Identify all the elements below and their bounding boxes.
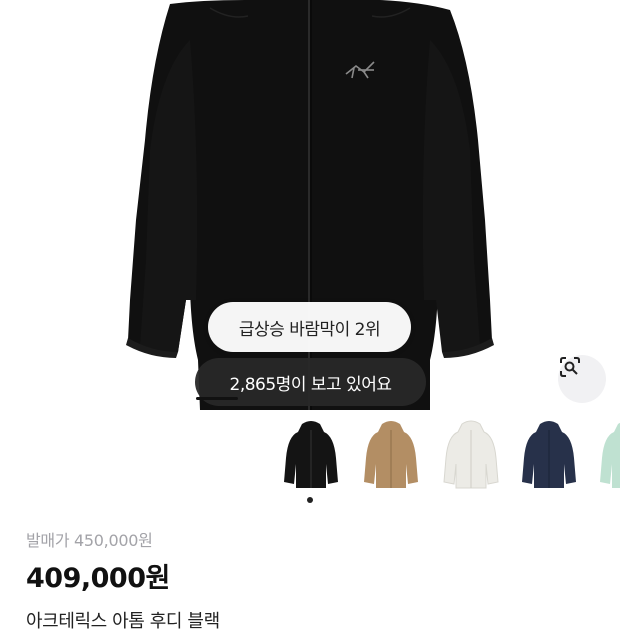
- selected-thumbnail-dot: [307, 497, 313, 503]
- jacket-thumbnail-image: [284, 421, 338, 488]
- original-price: 발매가 450,000원: [26, 531, 153, 550]
- trending-rank-badge: 급상승 바람막이 2위: [208, 302, 411, 352]
- product-title: 아크테릭스 아톰 후디 블랙: [26, 611, 220, 632]
- jacket-thumbnail-image: [364, 421, 418, 488]
- product-image[interactable]: 급상승 바람막이 2위 2,865명이 보고 있어요: [0, 0, 620, 410]
- image-scroll-indicator: [196, 397, 238, 400]
- lens-search-button[interactable]: [558, 355, 606, 403]
- thumbnail-navy[interactable]: [518, 418, 580, 492]
- lens-search-icon: [560, 357, 580, 377]
- sale-price: 409,000원: [26, 563, 170, 594]
- thumbnail-tan[interactable]: [360, 418, 422, 492]
- thumbnail-black[interactable]: [280, 418, 342, 492]
- thumbnail-mint[interactable]: [596, 418, 620, 492]
- thumbnail-white[interactable]: [440, 418, 502, 492]
- jacket-thumbnail-image: [522, 421, 576, 488]
- jacket-thumbnail-image: [443, 420, 499, 489]
- jacket-thumbnail-image: [600, 422, 620, 488]
- color-thumbnails: [280, 418, 620, 498]
